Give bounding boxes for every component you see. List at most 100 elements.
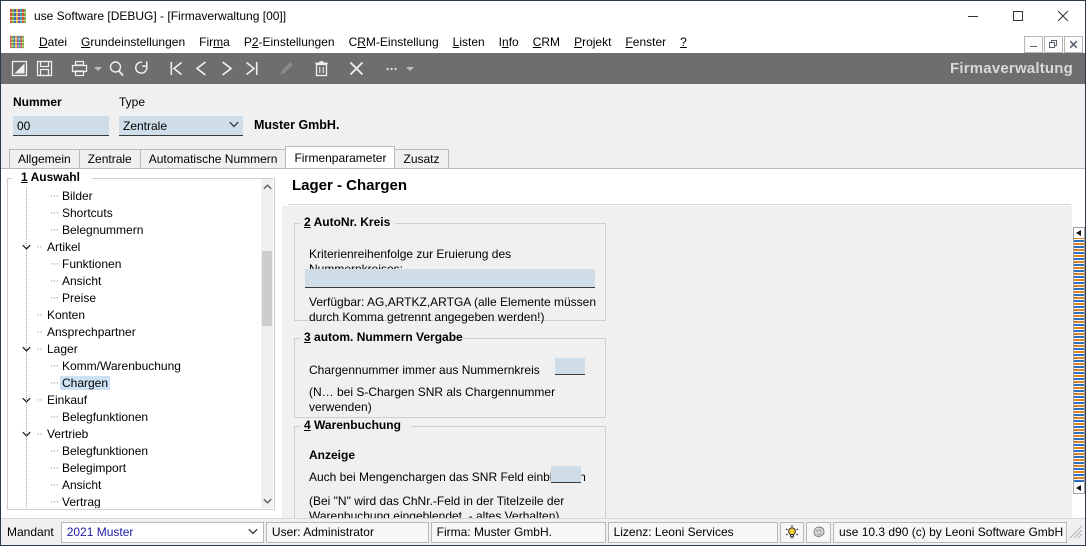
group-border-top-right bbox=[411, 426, 605, 427]
tree-scroll-up-icon[interactable] bbox=[261, 179, 273, 194]
menu-item-info[interactable]: Info bbox=[492, 33, 526, 51]
window-close-button[interactable] bbox=[1040, 1, 1085, 31]
previous-record-icon[interactable] bbox=[189, 57, 213, 80]
mandant-select[interactable]: 2021 Muster bbox=[60, 521, 264, 543]
tree-node[interactable]: ··· Bilder bbox=[9, 187, 260, 204]
mdi-close-button[interactable] bbox=[1064, 36, 1083, 53]
chargennummer-flag-input[interactable] bbox=[555, 358, 585, 375]
detail-scrollbar-track[interactable] bbox=[1073, 227, 1085, 494]
chevron-down-icon bbox=[248, 527, 258, 538]
anzeige-subheading: Anzeige bbox=[309, 448, 356, 462]
menu-item-crm-einstellung[interactable]: CRM-Einstellung bbox=[342, 33, 446, 51]
menu-item-firma[interactable]: Firma bbox=[192, 33, 237, 51]
autonr-hint: Verfügbar: AG,ARTKZ,ARTGA (alle Elemente… bbox=[309, 295, 597, 324]
tree-node[interactable]: ··· Vertrag bbox=[9, 493, 260, 509]
chevron-down-icon[interactable] bbox=[19, 429, 33, 439]
search-icon[interactable] bbox=[104, 57, 128, 80]
more-icon[interactable] bbox=[379, 57, 403, 80]
user-status: User: Administrator bbox=[265, 521, 429, 543]
tree-node-label: Vertrag bbox=[62, 494, 101, 509]
tree-scroll-region[interactable]: ··· Bilder ··· Shortcuts ··· Belegnummern ·· Ar… bbox=[9, 187, 260, 508]
menu-item-datei[interactable]: Datei bbox=[32, 33, 74, 51]
tree-node[interactable]: ··· Ansicht bbox=[9, 272, 260, 289]
tree-node[interactable]: ··· Chargen bbox=[9, 374, 260, 391]
nummer-input[interactable] bbox=[13, 116, 109, 136]
group-autom-nummern-legend: 3 autom. Nummern Vergabe bbox=[301, 330, 466, 344]
tree-node[interactable]: ··· Funktionen bbox=[9, 255, 260, 272]
tree-node[interactable]: ··· Ansicht bbox=[9, 476, 260, 493]
type-select-value: Zentrale bbox=[123, 118, 168, 133]
mandant-label: Mandant bbox=[7, 525, 54, 539]
type-select[interactable]: Zentrale bbox=[119, 116, 243, 136]
tree-connector-icon: ·· bbox=[36, 427, 42, 440]
menu-item-grundeinstellungen[interactable]: Grundeinstellungen bbox=[74, 33, 192, 51]
tree-node[interactable]: ·· Lager bbox=[9, 340, 260, 357]
tree-connector-icon: ··· bbox=[50, 461, 59, 474]
tree-node[interactable]: ··· Belegimport bbox=[9, 459, 260, 476]
tab-firmenparameter[interactable]: Firmenparameter bbox=[285, 146, 396, 168]
tree-scrollbar-thumb[interactable] bbox=[262, 251, 272, 326]
tree-node-label: Bilder bbox=[62, 188, 93, 203]
tree-node[interactable]: ·· Artikel bbox=[9, 238, 260, 255]
edit-record-icon[interactable] bbox=[7, 57, 31, 80]
first-record-icon[interactable] bbox=[164, 57, 188, 80]
menu-item-fenster[interactable]: Fenster bbox=[618, 33, 673, 51]
tree-node[interactable]: ··· Komm/Warenbuchung bbox=[9, 357, 260, 374]
tree-node[interactable]: ·· Ansprechpartner bbox=[9, 323, 260, 340]
mengenchargen-hint: (Bei "N" wird das ChNr.-Feld in der Tite… bbox=[309, 494, 565, 518]
mdi-restore-button[interactable] bbox=[1044, 36, 1063, 53]
print-dropdown-caret-icon[interactable] bbox=[92, 57, 104, 80]
tree-connector-icon: ··· bbox=[50, 274, 59, 287]
detail-scrollbar[interactable] bbox=[1072, 169, 1085, 518]
tab-zentrale[interactable]: Zentrale bbox=[78, 149, 141, 168]
cancel-icon[interactable] bbox=[344, 57, 368, 80]
menu-item-crm[interactable]: CRM bbox=[526, 33, 567, 51]
brain-icon[interactable] bbox=[806, 521, 832, 543]
kriterienreihenfolge-input[interactable] bbox=[305, 269, 595, 288]
window-maximize-button[interactable] bbox=[995, 1, 1040, 31]
tree-node[interactable]: ··· Preise bbox=[9, 289, 260, 306]
more-dropdown-caret-icon[interactable] bbox=[404, 57, 416, 80]
detail-scroll-up-icon[interactable] bbox=[1074, 228, 1084, 238]
toolbar-separator bbox=[334, 57, 344, 80]
save-icon[interactable] bbox=[32, 57, 56, 80]
chevron-down-icon[interactable] bbox=[19, 395, 33, 405]
tab-zusatz[interactable]: Zusatz bbox=[394, 149, 449, 168]
tree-node[interactable]: ·· Vertrieb bbox=[9, 425, 260, 442]
tree-scrollbar[interactable] bbox=[260, 179, 273, 508]
tab-allgemein[interactable]: Allgemein bbox=[9, 149, 80, 168]
last-record-icon[interactable] bbox=[239, 57, 263, 80]
mengenchargen-flag-input[interactable] bbox=[551, 466, 581, 483]
tree-connector-icon: ·· bbox=[36, 240, 42, 253]
group-warenbuchung-legend: 4 Warenbuchung bbox=[301, 418, 404, 432]
tree-node[interactable]: ··· Belegfunktionen bbox=[9, 408, 260, 425]
menu-item-listen[interactable]: Listen bbox=[446, 33, 492, 51]
chevron-down-icon[interactable] bbox=[19, 242, 33, 252]
next-record-icon[interactable] bbox=[214, 57, 238, 80]
chevron-down-icon[interactable] bbox=[19, 344, 33, 354]
menu-item-help[interactable]: ? bbox=[673, 33, 694, 51]
menu-item-p2-einstellungen[interactable]: P2-Einstellungen bbox=[237, 33, 342, 51]
print-icon[interactable] bbox=[67, 57, 91, 80]
refresh-icon[interactable] bbox=[129, 57, 153, 80]
lightbulb-icon[interactable] bbox=[779, 521, 805, 543]
tree-node-label: Belegfunktionen bbox=[62, 409, 149, 424]
tree-node[interactable]: ··· Shortcuts bbox=[9, 204, 260, 221]
pencil-icon bbox=[274, 57, 298, 80]
resize-grip[interactable] bbox=[1069, 525, 1083, 539]
tree-node[interactable]: ··· Belegfunktionen bbox=[9, 442, 260, 459]
tree-node[interactable]: ·· Konten bbox=[9, 306, 260, 323]
menu-item-projekt[interactable]: Projekt bbox=[567, 33, 618, 51]
tree-node[interactable]: ··· Belegnummern bbox=[9, 221, 260, 238]
window-minimize-button[interactable] bbox=[950, 1, 995, 31]
chargennummer-label: Chargennummer immer aus Nummernkreis bbox=[309, 363, 540, 377]
delete-icon[interactable] bbox=[309, 57, 333, 80]
tree-node-list: ··· Bilder ··· Shortcuts ··· Belegnummern ·· Ar… bbox=[9, 187, 260, 508]
detail-scroll-down-icon[interactable] bbox=[1074, 483, 1084, 493]
tab-automatische-nummern[interactable]: Automatische Nummern bbox=[139, 149, 287, 168]
tree-connector-icon: ··· bbox=[50, 376, 59, 389]
mdi-minimize-button[interactable] bbox=[1024, 36, 1043, 53]
tree-node[interactable]: ·· Einkauf bbox=[9, 391, 260, 408]
tree-scroll-down-icon[interactable] bbox=[261, 493, 273, 508]
tree-connector-icon: ··· bbox=[50, 189, 59, 202]
